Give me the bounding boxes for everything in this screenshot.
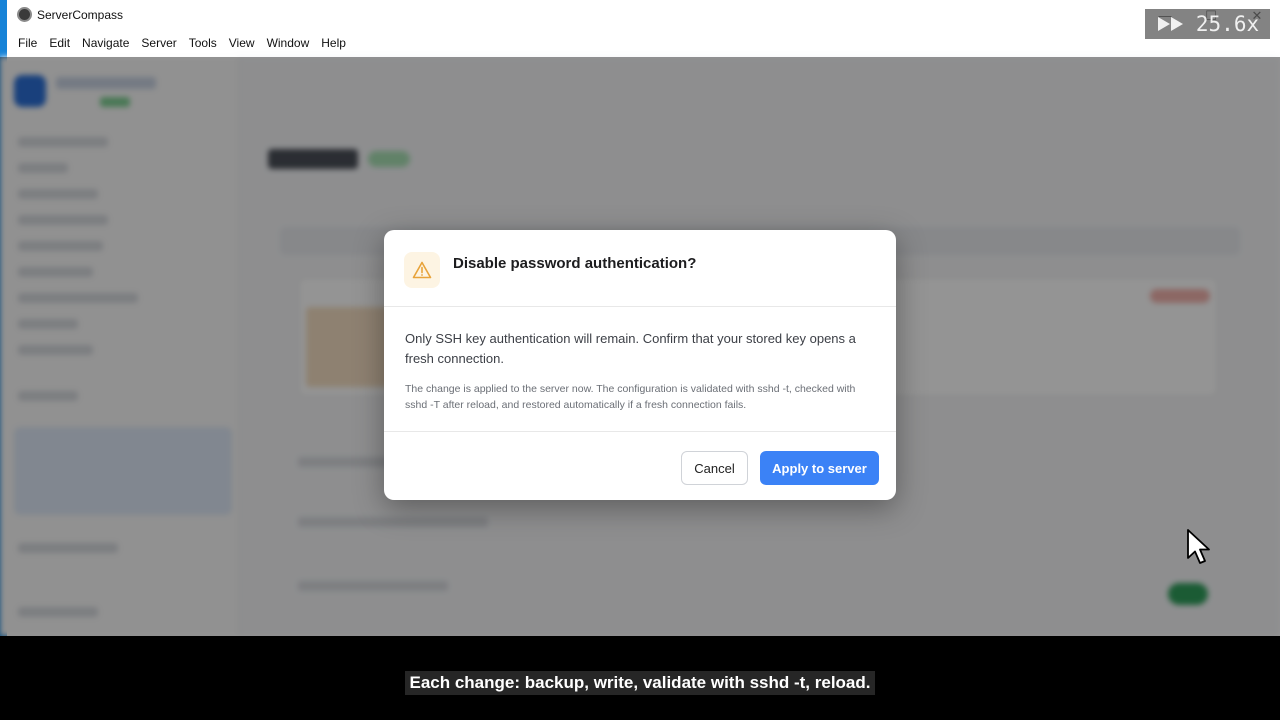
menu-help[interactable]: Help (316, 33, 351, 55)
title-bar: ServerCompass — ☐ ✕ (7, 0, 1280, 31)
playback-speed-badge: 25.6x (1145, 9, 1270, 39)
dialog-title: Disable password authentication? (453, 255, 697, 272)
dialog-header: Disable password authentication? (384, 230, 896, 307)
subtitle-text: Each change: backup, write, validate wit… (405, 671, 875, 695)
dialog-message: Only SSH key authentication will remain.… (405, 331, 856, 366)
dialog-note: The change is applied to the server now.… (405, 383, 856, 411)
dialog-footer: Cancel Apply to server (384, 432, 896, 500)
mouse-cursor-icon (1187, 529, 1210, 564)
app-logo-icon (17, 7, 32, 22)
menu-view[interactable]: View (224, 33, 260, 55)
subtitle-caption: Each change: backup, write, validate wit… (0, 671, 1280, 695)
menu-edit[interactable]: Edit (44, 33, 75, 55)
dialog-body: Only SSH key authentication will remain.… (384, 307, 896, 432)
warning-icon-wrap (404, 252, 440, 288)
menu-file[interactable]: File (13, 33, 42, 55)
menu-tools[interactable]: Tools (184, 33, 222, 55)
confirm-dialog: Disable password authentication? Only SS… (384, 230, 896, 500)
menu-navigate[interactable]: Navigate (77, 33, 134, 55)
screen: ServerCompass — ☐ ✕ File Edit Navigate S… (0, 0, 1280, 720)
menu-window[interactable]: Window (262, 33, 315, 55)
playback-speed-value: 25.6x (1195, 12, 1260, 36)
cancel-button[interactable]: Cancel (681, 451, 748, 485)
app-title: ServerCompass (37, 8, 124, 22)
fast-forward-icon (1157, 17, 1183, 31)
menu-server[interactable]: Server (136, 33, 181, 55)
apply-to-server-button[interactable]: Apply to server (760, 451, 879, 485)
warning-triangle-icon (412, 261, 432, 279)
menu-bar: File Edit Navigate Server Tools View Win… (7, 33, 353, 55)
